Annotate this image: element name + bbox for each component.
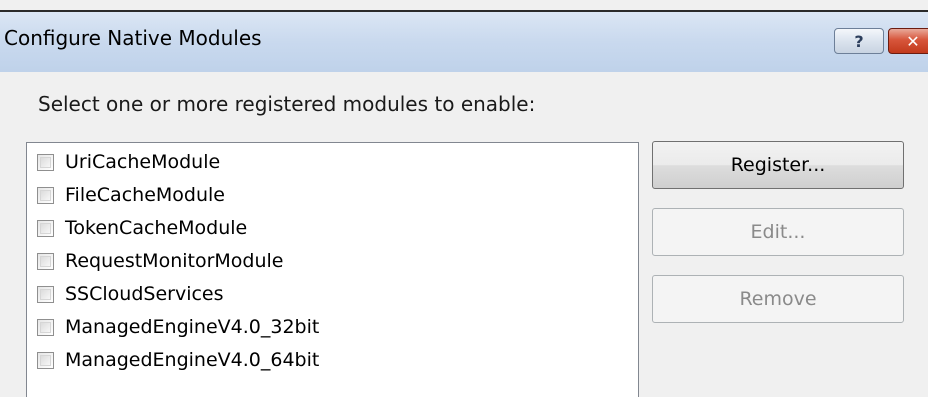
list-item-label: SSCloudServices: [65, 283, 224, 305]
list-item-label: TokenCacheModule: [65, 217, 248, 239]
list-item-managedengine-32bit[interactable]: ManagedEngineV4.0_32bit: [37, 312, 319, 342]
checkbox[interactable]: [37, 186, 54, 204]
list-item-filecachemodule[interactable]: FileCacheModule: [37, 180, 225, 210]
module-list[interactable]: UriCacheModule FileCacheModule TokenCach…: [26, 142, 639, 397]
checkbox[interactable]: [37, 318, 54, 336]
register-button[interactable]: Register...: [652, 141, 904, 189]
checkbox[interactable]: [37, 153, 54, 171]
help-button[interactable]: ?: [834, 28, 884, 54]
list-item-uricachemodule[interactable]: UriCacheModule: [37, 147, 220, 177]
list-item-managedengine-64bit[interactable]: ManagedEngineV4.0_64bit: [37, 345, 319, 375]
list-item-label: FileCacheModule: [65, 184, 225, 206]
checkbox[interactable]: [37, 219, 54, 237]
checkbox[interactable]: [37, 351, 54, 369]
remove-button[interactable]: Remove: [652, 275, 904, 323]
edit-button[interactable]: Edit...: [652, 208, 904, 256]
configure-native-modules-dialog: Configure Native Modules ? ✕ Select one …: [0, 0, 928, 397]
checkbox[interactable]: [37, 252, 54, 270]
window-title: Configure Native Modules: [4, 26, 262, 50]
list-item-requestmonitormodule[interactable]: RequestMonitorModule: [37, 246, 284, 276]
close-icon: ✕: [906, 31, 920, 51]
instruction-label: Select one or more registered modules to…: [38, 92, 536, 116]
dialog-body: Select one or more registered modules to…: [0, 72, 928, 397]
list-item-label: UriCacheModule: [65, 151, 221, 173]
list-item-label: ManagedEngineV4.0_32bit: [65, 316, 320, 338]
list-item-label: ManagedEngineV4.0_64bit: [65, 349, 320, 371]
title-bar[interactable]: Configure Native Modules ? ✕: [0, 10, 928, 72]
close-button[interactable]: ✕: [888, 28, 928, 54]
help-icon: ?: [854, 31, 864, 51]
checkbox[interactable]: [37, 285, 54, 303]
list-item-label: RequestMonitorModule: [65, 250, 284, 272]
list-item-sscloudservices[interactable]: SSCloudServices: [37, 279, 224, 309]
list-item-tokencachemodule[interactable]: TokenCacheModule: [37, 213, 247, 243]
